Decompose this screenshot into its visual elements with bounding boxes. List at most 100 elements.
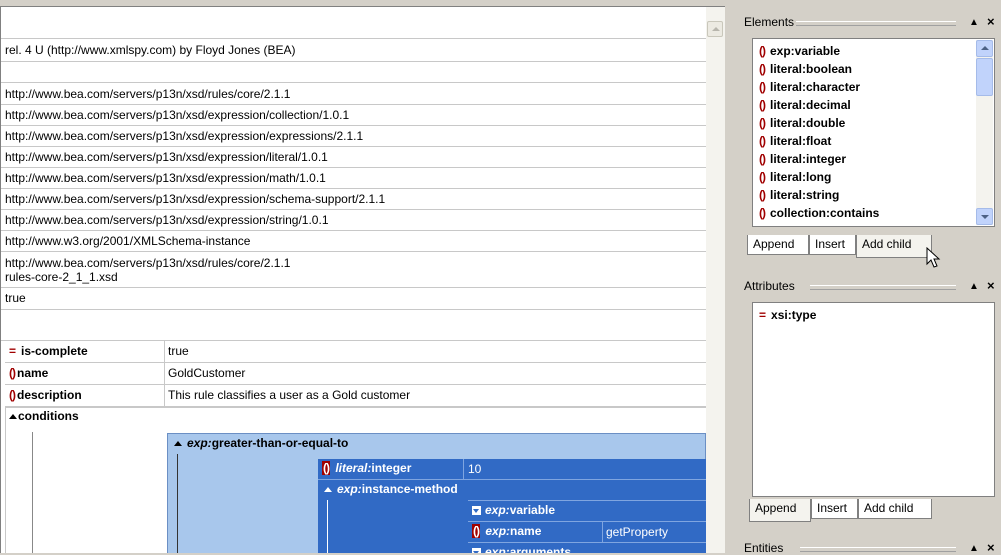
namespace-row[interactable]: http://www.bea.com/servers/p13n/xsd/rule… [1,83,706,105]
elements-list[interactable]: () exp:variable () literal:boolean () liter… [752,38,995,227]
instance-method-header[interactable]: exp:instance-method [324,482,458,496]
expand-icon[interactable] [472,506,481,515]
namespace-value: http://www.bea.com/servers/p13n/xsd/rule… [5,87,291,101]
list-item[interactable]: () literal:decimal [759,98,851,112]
element-value[interactable]: GoldCustomer [168,363,245,384]
namespace-value: http://www.bea.com/servers/p13n/xsd/expr… [5,213,329,227]
list-item[interactable]: () collection:contains [759,206,879,220]
grid-row-empty [1,310,706,341]
element-name: name [17,366,49,380]
attr-value[interactable]: true [168,341,189,362]
close-icon[interactable]: × [987,540,995,555]
grid-editor[interactable]: rel. 4 U (http://www.xmlspy.com) by Floy… [0,6,725,553]
boolean-value: true [5,291,26,305]
list-item[interactable]: () literal:string [759,188,839,202]
schema-location-row[interactable]: http://www.bea.com/servers/p13n/xsd/rule… [1,252,706,288]
schema-location-line2: rules-core-2_1_1.xsd [5,270,118,284]
element-icon: () [9,388,16,402]
collapse-triangle-icon[interactable] [9,414,17,419]
attr-row-is-complete[interactable]: = is-complete true [5,341,706,363]
elements-scrollbar[interactable] [976,40,993,225]
panel-title-line [796,21,956,26]
namespace-row[interactable]: http://www.bea.com/servers/p13n/xsd/expr… [1,147,706,168]
list-item[interactable]: () exp:variable [759,44,840,58]
gte-header[interactable]: exp:greater-than-or-equal-to [174,436,348,450]
variable-row[interactable]: exp:variable [468,500,707,521]
element-icon: () [759,44,766,58]
scroll-thumb[interactable] [976,58,993,96]
pin-icon[interactable]: ▲ [969,281,979,292]
namespace-row[interactable]: http://www.bea.com/servers/p13n/xsd/expr… [1,126,706,147]
tab-add-child[interactable]: Add child [858,499,932,519]
element-value[interactable]: This rule classifies a user as a Gold cu… [168,385,410,406]
namespace-row[interactable]: http://www.w3.org/2001/XMLSchema-instanc… [1,231,706,252]
namespace-row[interactable]: http://www.bea.com/servers/p13n/xsd/expr… [1,105,706,126]
list-item[interactable]: () literal:long [759,170,831,184]
tab-insert[interactable]: Insert [811,499,858,519]
entities-panel-title: Entities [744,541,784,555]
pin-icon[interactable]: ▲ [969,543,979,554]
attr-name-cell: = is-complete [5,341,165,362]
namespace-row[interactable]: http://www.bea.com/servers/p13n/xsd/expr… [1,168,706,189]
pin-icon[interactable]: ▲ [969,17,979,28]
namespace-row[interactable]: http://www.bea.com/servers/p13n/xsd/expr… [1,189,706,210]
list-item[interactable]: () literal:integer [759,152,846,166]
tab-append[interactable]: Append [747,235,809,255]
attribute-icon: = [759,308,767,322]
scroll-down-button[interactable] [976,208,993,225]
namespace-value: http://www.bea.com/servers/p13n/xsd/expr… [5,171,326,185]
grid-row-comment[interactable]: rel. 4 U (http://www.xmlspy.com) by Floy… [1,39,706,62]
name-value[interactable]: getProperty [606,525,668,539]
tab-add-child[interactable]: Add child [856,235,932,258]
list-item[interactable]: () literal:boolean [759,62,852,76]
list-item[interactable]: () literal:float [759,134,831,148]
element-icon: () [9,366,16,380]
close-icon[interactable]: × [987,278,995,293]
element-row-description[interactable]: () description This rule classifies a use… [5,385,706,407]
element-row-name[interactable]: () name GoldCustomer [5,363,706,385]
tab-insert[interactable]: Insert [809,235,856,255]
name-row[interactable]: () exp:name getProperty [468,521,707,542]
scroll-up-button[interactable] [976,40,993,57]
literal-name-cell: () literal:integer [322,461,411,475]
element-name-cell: () description [5,385,165,406]
collapse-triangle-icon[interactable] [174,441,182,446]
element-icon: () [759,98,766,112]
attributes-list[interactable]: = xsi:type [752,302,995,497]
comment-text: rel. 4 U (http://www.xmlspy.com) by Floy… [5,43,296,57]
attribute-icon: = [9,344,17,358]
gte-element-block[interactable]: exp:greater-than-or-equal-to () literal:… [167,433,707,553]
editor-vertical-scrollbar[interactable] [706,7,725,553]
list-item[interactable]: () literal:character [759,80,860,94]
close-icon[interactable]: × [987,14,995,29]
element-icon: () [472,524,480,538]
collapse-triangle-icon[interactable] [324,487,332,492]
cell-divider [463,459,464,479]
elements-panel-title: Elements [744,15,795,29]
tree-line [177,454,178,553]
tab-append[interactable]: Append [749,499,811,522]
element-icon: () [759,152,766,166]
cell-divider [602,522,603,542]
var-prefix: exp: [485,503,510,517]
scroll-up-button[interactable] [707,21,723,37]
expand-icon[interactable] [472,548,481,553]
list-item[interactable]: () literal:double [759,116,845,130]
namespace-row[interactable]: http://www.bea.com/servers/p13n/xsd/expr… [1,210,706,231]
literal-value[interactable]: 10 [468,462,481,476]
attr-name: is-complete [21,344,88,358]
literal-prefix: literal: [335,461,372,475]
var-name: variable [509,503,556,517]
literal-integer-row[interactable]: () literal:integer 10 [318,459,707,480]
variable-name-cell: exp:variable [472,503,555,517]
tree-line [327,500,328,553]
element-name: description [17,388,82,402]
namespace-value: http://www.bea.com/servers/p13n/xsd/expr… [5,108,350,122]
name-prefix: exp: [485,524,511,538]
element-icon: () [759,134,766,148]
arguments-row[interactable]: exp:arguments [468,542,707,553]
boolean-row[interactable]: true [1,288,706,310]
instance-method-block[interactable]: exp:instance-method exp:variable () exp:… [318,480,707,553]
element-icon: () [759,116,766,130]
list-item[interactable]: = xsi:type [759,308,816,322]
